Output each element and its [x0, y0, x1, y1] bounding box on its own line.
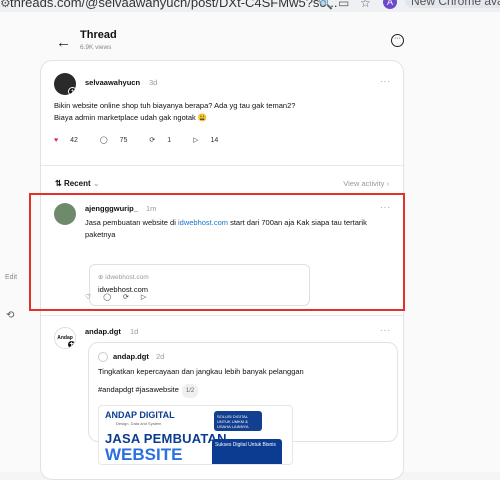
- link-preview-domain: ⊕ idwebhost.com: [98, 273, 149, 281]
- heart-icon: ♥: [54, 137, 59, 144]
- ad-headline-1: JASA PEMBUATAN: [105, 431, 227, 446]
- reply-text-before: Jasa pembuatan website di: [85, 218, 178, 227]
- globe-icon: ⊕: [98, 274, 104, 281]
- back-arrow-icon[interactable]: ←: [56, 34, 71, 51]
- share-icon: ▷: [193, 137, 199, 144]
- repost-icon[interactable]: ⟳: [123, 294, 129, 301]
- threads-page: Edit ⟲ ← Thread 6.9K views ··· + selvaaw…: [0, 12, 500, 480]
- post-text-line-2: Biaya admin marketplace udah gak ngotak …: [54, 113, 208, 122]
- more-options-icon[interactable]: ···: [391, 34, 404, 47]
- cast-icon[interactable]: ▭: [338, 0, 349, 10]
- hashtags-text[interactable]: #andapdgt #jasawebsite: [98, 385, 179, 394]
- address-bar[interactable]: threads.com/@selvaawahyucn/post/DXt-C4SF…: [10, 0, 338, 10]
- avatar[interactable]: +: [54, 73, 76, 95]
- view-activity-label: View activity: [343, 179, 385, 188]
- post-actions: ♥ 42 ◯ 75 ⟳ 1 ▷ 14: [54, 136, 238, 144]
- comment-icon: ◯: [99, 137, 108, 144]
- reply-count: 75: [119, 137, 128, 144]
- reply-time: 1d: [130, 327, 139, 336]
- carousel-page-indicator: 1/2: [181, 384, 199, 398]
- reply-actions: ♡ ◯ ⟳ ▷: [85, 293, 156, 301]
- ad-image[interactable]: ANDAP DIGITAL Design, Data and System JA…: [98, 405, 293, 465]
- reply-more-icon[interactable]: ···: [380, 326, 391, 335]
- quoted-post[interactable]: andap.dgt 2d Tingkatkan kepercayaan dan …: [88, 342, 398, 465]
- repost-count: 1: [167, 137, 172, 144]
- divider: [41, 193, 403, 194]
- quoted-time: 2d: [156, 352, 165, 361]
- comment-icon[interactable]: ◯: [103, 294, 111, 301]
- like-count: 42: [70, 137, 78, 144]
- quoted-hashtags: #andapdgt #jasawebsite 1/2: [98, 384, 199, 398]
- reply-link[interactable]: idwebhost.com: [178, 218, 228, 227]
- share-icon[interactable]: ▷: [141, 294, 146, 301]
- repost-icon: ⟳: [149, 137, 156, 144]
- divider: [41, 315, 403, 316]
- post-text-line-1: Bikin website online shop tuh biayanya b…: [54, 101, 296, 110]
- page-title: Thread: [80, 29, 117, 41]
- sort-label: Recent: [63, 179, 91, 188]
- reply-button[interactable]: ◯ 75: [100, 137, 138, 144]
- follow-plus-icon[interactable]: +: [67, 340, 75, 348]
- reply-more-icon[interactable]: ···: [380, 203, 391, 212]
- ad-subtitle: Design, Data and System: [116, 421, 162, 426]
- divider: [41, 165, 403, 166]
- reply-text: Jasa pembuatan website di idwebhost.com …: [85, 217, 385, 241]
- reply-username[interactable]: andap.dgt: [85, 327, 121, 336]
- share-count: 14: [210, 137, 219, 144]
- like-button[interactable]: ♥ 42: [54, 137, 88, 144]
- ad-brand: ANDAP DIGITAL: [105, 410, 175, 420]
- follow-plus-icon[interactable]: +: [68, 87, 76, 95]
- profile-avatar[interactable]: A: [383, 0, 397, 9]
- post-more-icon[interactable]: ···: [380, 77, 391, 86]
- reply-time: 1m: [146, 204, 157, 213]
- avatar[interactable]: [54, 203, 76, 225]
- view-count: 6.9K views: [80, 44, 112, 51]
- ad-headline-2: WEBSITE: [105, 445, 183, 464]
- search-icon[interactable]: 🔍: [318, 0, 333, 10]
- heart-icon[interactable]: ♡: [85, 294, 91, 301]
- quoted-username[interactable]: andap.dgt: [113, 352, 149, 361]
- avatar: [98, 352, 108, 362]
- share-button[interactable]: ▷ 14: [193, 137, 228, 144]
- repost-button[interactable]: ⟳ 1: [149, 137, 181, 144]
- browser-toolbar: ⚙ threads.com/@selvaawahyucn/post/DXt-C4…: [0, 0, 500, 12]
- link-preview-domain-text: idwebhost.com: [105, 274, 149, 281]
- reply-username[interactable]: ajengggwurip_: [85, 204, 138, 213]
- post-time: 3d: [149, 78, 158, 87]
- chevron-down-icon: ⌄: [92, 179, 100, 188]
- new-chrome-available-button[interactable]: New Chrome ava: [405, 0, 500, 8]
- bookmark-star-icon[interactable]: ☆: [360, 0, 371, 10]
- ad-badge: SOLUSI DIGITAL UNTUK UMKM & USAHA LAINNY…: [214, 411, 262, 431]
- quoted-text: Tingkatkan kepercayaan dan jangkau lebih…: [98, 367, 304, 376]
- sort-dropdown[interactable]: ⇅ Recent ⌄: [55, 179, 100, 188]
- ad-device-mockup: Sukses Digital Untuk Bisnis: [212, 439, 282, 464]
- view-activity-link[interactable]: View activity ›: [343, 179, 389, 188]
- history-icon[interactable]: ⟲: [6, 310, 14, 321]
- post-username[interactable]: selvaawahyucn: [85, 78, 140, 87]
- sidebar-edit-label[interactable]: Edit: [5, 274, 17, 281]
- avatar[interactable]: Andap +: [54, 327, 76, 349]
